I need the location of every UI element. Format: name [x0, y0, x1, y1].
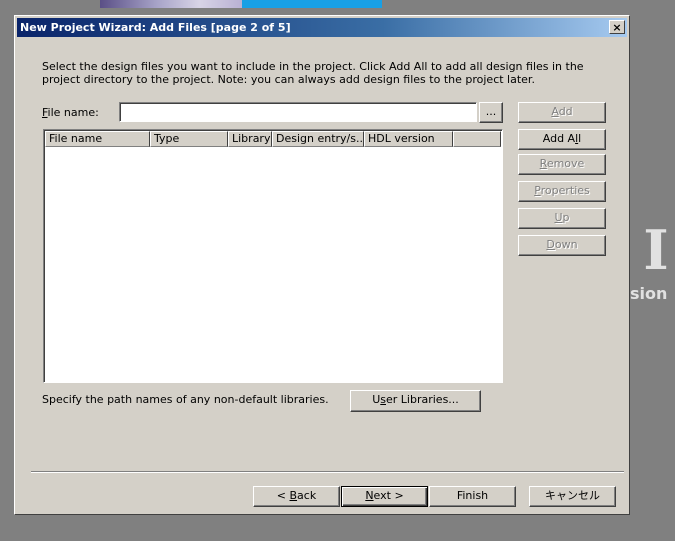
instructions-text: Select the design files you want to incl… — [42, 60, 584, 86]
add-button[interactable]: Add — [518, 102, 606, 123]
properties-button[interactable]: Properties — [518, 181, 606, 202]
column-header-design-entry[interactable]: Design entry/s... — [272, 131, 364, 147]
file-list[interactable]: File name Type Library Design entry/s...… — [43, 129, 503, 383]
browse-button[interactable]: ... — [479, 102, 503, 123]
close-icon: × — [612, 20, 622, 34]
footer-separator — [31, 471, 624, 473]
libraries-hint: Specify the path names of any non-defaul… — [42, 393, 329, 406]
column-header-library[interactable]: Library — [228, 131, 272, 147]
column-header-filler — [453, 131, 501, 147]
new-project-wizard-dialog: New Project Wizard: Add Files [page 2 of… — [14, 15, 630, 515]
cancel-button[interactable]: キャンセル — [529, 486, 616, 507]
column-header-type[interactable]: Type — [150, 131, 228, 147]
column-header-file-name[interactable]: File name — [45, 131, 150, 147]
column-header-hdl-version[interactable]: HDL version — [364, 131, 453, 147]
add-all-button[interactable]: Add All — [518, 129, 606, 150]
file-name-label-rest: ile name: — [47, 106, 99, 119]
finish-button[interactable]: Finish — [429, 486, 516, 507]
user-libraries-button[interactable]: User Libraries... — [350, 390, 481, 412]
background-text: sion — [630, 284, 668, 303]
background-image-strip — [100, 0, 242, 8]
background-blue-strip — [242, 0, 382, 8]
up-button[interactable]: Up — [518, 208, 606, 229]
close-button[interactable]: × — [609, 20, 625, 34]
window-title: New Project Wizard: Add Files [page 2 of… — [20, 21, 291, 34]
back-button[interactable]: < Back — [253, 486, 340, 507]
next-button[interactable]: Next > — [341, 486, 428, 507]
file-list-header: File name Type Library Design entry/s...… — [45, 131, 501, 147]
background-letter: I — [643, 218, 669, 282]
remove-button[interactable]: Remove — [518, 154, 606, 175]
down-button[interactable]: Down — [518, 235, 606, 256]
file-name-label: File name: — [42, 106, 99, 119]
title-bar[interactable]: New Project Wizard: Add Files [page 2 of… — [17, 18, 627, 37]
file-name-input[interactable] — [119, 102, 477, 122]
